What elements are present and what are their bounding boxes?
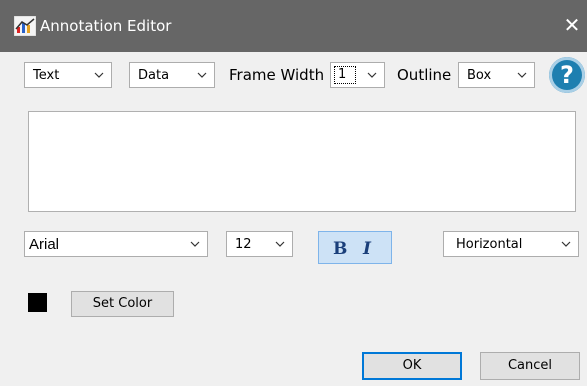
font-size-value: 12 — [235, 237, 252, 252]
chevron-down-icon — [197, 72, 207, 78]
annotation-type-value: Text — [33, 68, 60, 83]
chevron-down-icon — [561, 241, 571, 247]
font-value: Arial — [29, 236, 60, 253]
outline-value: Box — [467, 68, 492, 83]
outline-label: Outline — [397, 66, 452, 84]
chevron-down-icon — [517, 72, 527, 78]
bold-button[interactable]: B — [333, 239, 347, 259]
window-title: Annotation Editor — [40, 17, 172, 35]
annotation-type-select[interactable]: Text — [24, 62, 112, 88]
font-size-select[interactable]: 12 — [226, 231, 293, 257]
annotation-source-value: Data — [138, 68, 170, 83]
orientation-select[interactable]: Horizontal — [443, 231, 579, 257]
title-bar: Annotation Editor ✕ — [0, 0, 587, 52]
help-icon: ? — [560, 61, 574, 89]
font-select[interactable]: Arial — [24, 231, 208, 257]
frame-width-label: Frame Width — [229, 66, 325, 84]
italic-button[interactable]: I — [363, 239, 371, 259]
cancel-button[interactable]: Cancel — [480, 352, 580, 380]
chevron-down-icon — [367, 72, 377, 78]
set-color-button[interactable]: Set Color — [71, 291, 174, 317]
outline-select[interactable]: Box — [458, 62, 535, 88]
chart-app-icon — [14, 16, 36, 36]
focus-rect: 1 — [334, 66, 356, 84]
frame-width-select[interactable]: 1 — [330, 62, 385, 88]
ok-button[interactable]: OK — [362, 352, 462, 380]
chevron-down-icon — [190, 241, 200, 247]
bold-italic-group: B I — [318, 231, 392, 264]
color-swatch — [28, 293, 47, 312]
frame-width-value: 1 — [338, 67, 347, 82]
close-icon[interactable]: ✕ — [560, 12, 584, 38]
chevron-down-icon — [275, 241, 285, 247]
chevron-down-icon — [94, 72, 104, 78]
annotation-text-area[interactable] — [28, 111, 576, 212]
annotation-source-select[interactable]: Data — [129, 62, 215, 88]
orientation-value: Horizontal — [456, 237, 523, 252]
help-button[interactable]: ? — [549, 57, 585, 93]
